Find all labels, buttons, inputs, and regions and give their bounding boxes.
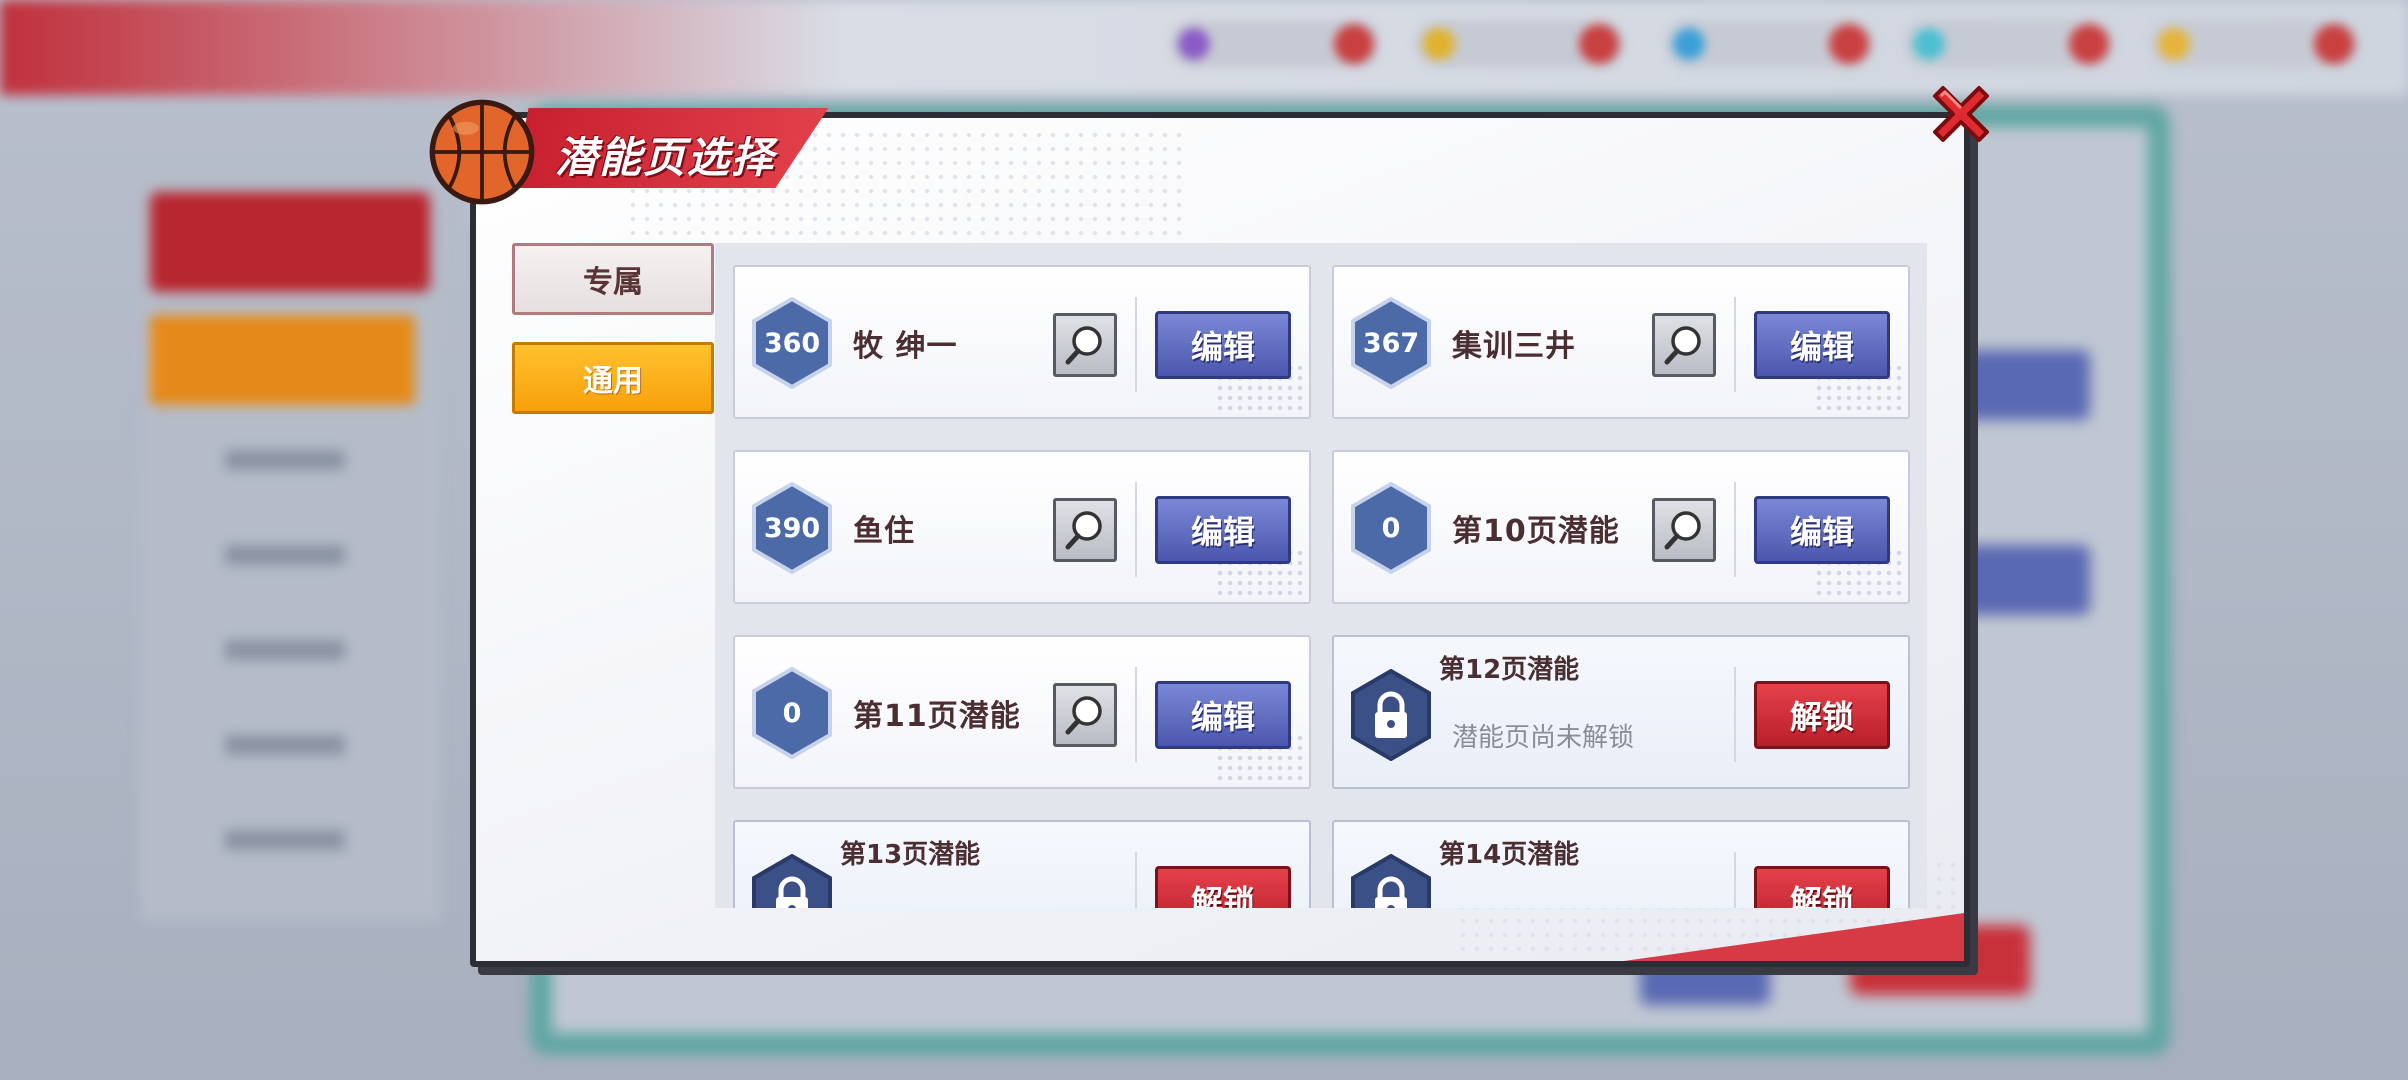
page-name: 牧 绅一 xyxy=(853,329,958,364)
unlock-button[interactable]: 解锁 xyxy=(1155,866,1291,908)
magnifier-icon xyxy=(1065,326,1102,365)
tab-general[interactable]: 通用 xyxy=(512,342,714,414)
card-divider xyxy=(1734,667,1736,762)
background-currency-chip xyxy=(1665,20,1875,68)
background-currency-chip xyxy=(1905,20,2115,68)
potential-page-grid[interactable]: 360 牧 绅一 编辑 367 集训三井 编辑 390 鱼住 编辑 0 第10页… xyxy=(715,243,1927,908)
page-level: 390 xyxy=(763,512,821,544)
card-divider xyxy=(1135,297,1137,392)
page-name: 第14页潜能 xyxy=(1439,840,1580,870)
page-level: 0 xyxy=(1381,512,1401,544)
magnifier-icon xyxy=(1065,511,1102,550)
locked-page-card[interactable]: 第13页潜能 解锁 xyxy=(733,820,1311,908)
page-name: 第11页潜能 xyxy=(853,699,1021,734)
dialog-red-corner xyxy=(1624,913,1964,961)
card-divider xyxy=(1734,852,1736,908)
magnifier-icon xyxy=(1664,511,1701,550)
locked-status: 潜能页尚未解锁 xyxy=(1452,723,1635,753)
card-divider xyxy=(1135,482,1137,577)
background-menu-line xyxy=(225,640,345,660)
level-hexagon: 390 xyxy=(751,482,833,574)
background-red-button xyxy=(150,192,430,292)
potential-page-card[interactable]: 0 第11页潜能 编辑 xyxy=(733,635,1311,789)
close-icon[interactable] xyxy=(1925,78,1997,150)
level-hexagon: 0 xyxy=(1350,482,1432,574)
preview-button[interactable] xyxy=(1053,498,1117,562)
background-menu-line xyxy=(225,830,345,850)
magnifier-icon xyxy=(1664,326,1701,365)
page-level: 0 xyxy=(782,697,802,729)
edit-button[interactable]: 编辑 xyxy=(1155,681,1291,749)
level-hexagon: 0 xyxy=(751,667,833,759)
basketball-icon xyxy=(429,99,535,205)
edit-button[interactable]: 编辑 xyxy=(1754,496,1890,564)
unlock-button[interactable]: 解锁 xyxy=(1754,866,1890,908)
background-currency-chip xyxy=(1170,20,1380,68)
page-name: 第12页潜能 xyxy=(1439,655,1580,685)
tab-exclusive[interactable]: 专属 xyxy=(512,243,714,315)
page-level: 360 xyxy=(763,327,821,359)
preview-button[interactable] xyxy=(1652,498,1716,562)
page-level: 367 xyxy=(1362,327,1420,359)
preview-button[interactable] xyxy=(1053,683,1117,747)
background-menu-line xyxy=(225,450,345,470)
page-name: 第10页潜能 xyxy=(1452,514,1620,549)
potential-page-card[interactable]: 0 第10页潜能 编辑 xyxy=(1332,450,1910,604)
potential-page-card[interactable]: 360 牧 绅一 编辑 xyxy=(733,265,1311,419)
level-hexagon: 360 xyxy=(751,297,833,389)
background-menu-line xyxy=(225,545,345,565)
background-blue-button xyxy=(1960,350,2090,420)
background-menu-line xyxy=(225,735,345,755)
dialog-title: 潜能页选择 xyxy=(555,133,776,182)
card-divider xyxy=(1135,667,1137,762)
preview-button[interactable] xyxy=(1053,313,1117,377)
locked-page-card[interactable]: 第12页潜能 潜能页尚未解锁 解锁 xyxy=(1332,635,1910,789)
page-name: 集训三井 xyxy=(1452,329,1576,364)
background-currency-chip xyxy=(1415,20,1625,68)
lock-hexagon xyxy=(1350,854,1432,908)
page-name: 鱼住 xyxy=(853,514,915,549)
potential-page-card[interactable]: 390 鱼住 编辑 xyxy=(733,450,1311,604)
card-divider xyxy=(1734,297,1736,392)
preview-button[interactable] xyxy=(1652,313,1716,377)
edit-button[interactable]: 编辑 xyxy=(1155,496,1291,564)
background-blue-button xyxy=(1960,545,2090,615)
card-divider xyxy=(1135,852,1137,908)
potential-page-card[interactable]: 367 集训三井 编辑 xyxy=(1332,265,1910,419)
background-orange-button xyxy=(150,315,415,405)
card-divider xyxy=(1734,482,1736,577)
unlock-button[interactable]: 解锁 xyxy=(1754,681,1890,749)
edit-button[interactable]: 编辑 xyxy=(1155,311,1291,379)
lock-hexagon xyxy=(1350,669,1432,761)
locked-page-card[interactable]: 第14页潜能 解锁 xyxy=(1332,820,1910,908)
edit-button[interactable]: 编辑 xyxy=(1754,311,1890,379)
lock-hexagon xyxy=(751,854,833,908)
background-currency-chip xyxy=(2150,20,2360,68)
level-hexagon: 367 xyxy=(1350,297,1432,389)
page-name: 第13页潜能 xyxy=(840,840,981,870)
magnifier-icon xyxy=(1065,696,1102,735)
